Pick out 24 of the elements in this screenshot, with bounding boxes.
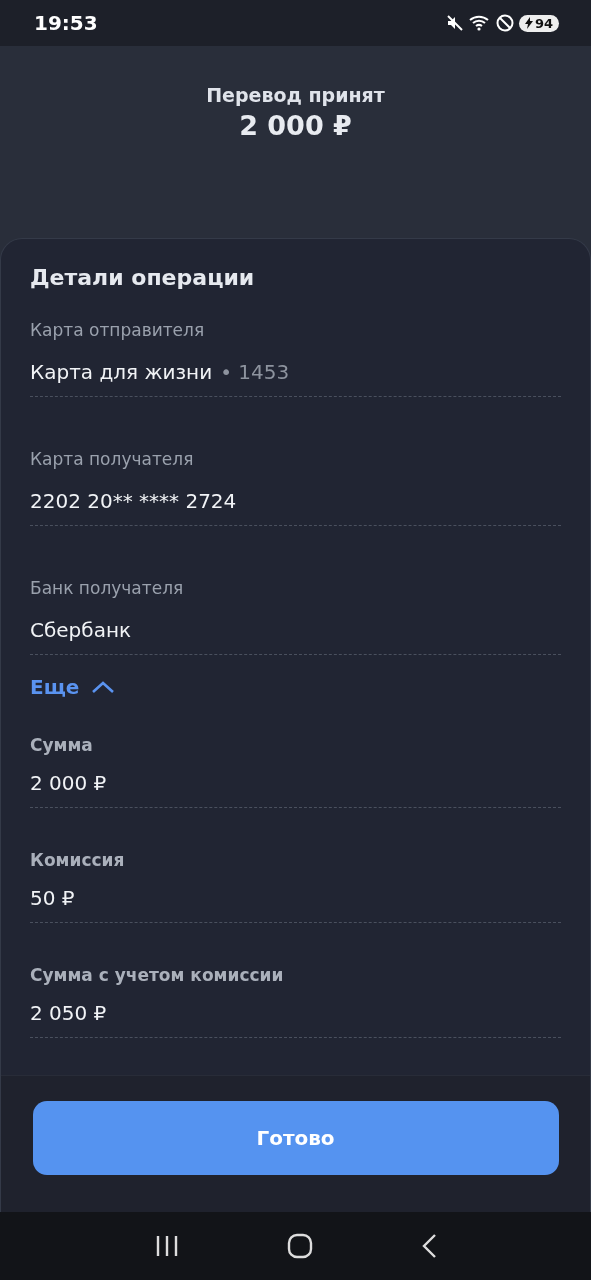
status-time: 19:53 <box>34 11 98 35</box>
section-title: Детали операции <box>30 265 256 290</box>
mute-icon <box>444 13 465 33</box>
transfer-status: Перевод принят <box>206 84 385 106</box>
more-toggle[interactable]: Еще <box>30 675 116 699</box>
field-value: Сбербанк <box>30 618 133 642</box>
field-value: 2202 20** **** 2724 <box>30 489 238 513</box>
field-label: Сумма с учетом комиссии <box>30 965 285 985</box>
home-icon[interactable] <box>286 1233 313 1259</box>
done-button[interactable]: Готово <box>32 1101 559 1175</box>
field-value: 50 ₽ <box>30 886 76 910</box>
battery-indicator: 94 <box>518 14 559 32</box>
field-label: Сумма <box>30 735 94 755</box>
transfer-amount: 2 000 ₽ <box>239 110 352 141</box>
field-value: 2 000 ₽ <box>30 771 108 795</box>
field-label: Карта отправителя <box>30 320 206 340</box>
wifi-icon <box>468 13 491 33</box>
field-value: 2 050 ₽ <box>30 1001 108 1025</box>
chevron-icon <box>91 680 116 694</box>
field-label: Карта получателя <box>30 449 195 469</box>
field-label: Банк получателя <box>30 578 185 598</box>
do-not-disturb-icon <box>494 13 515 33</box>
field-value: Карта для жизни • 1453 <box>30 360 291 384</box>
field-label: Комиссия <box>30 850 126 870</box>
